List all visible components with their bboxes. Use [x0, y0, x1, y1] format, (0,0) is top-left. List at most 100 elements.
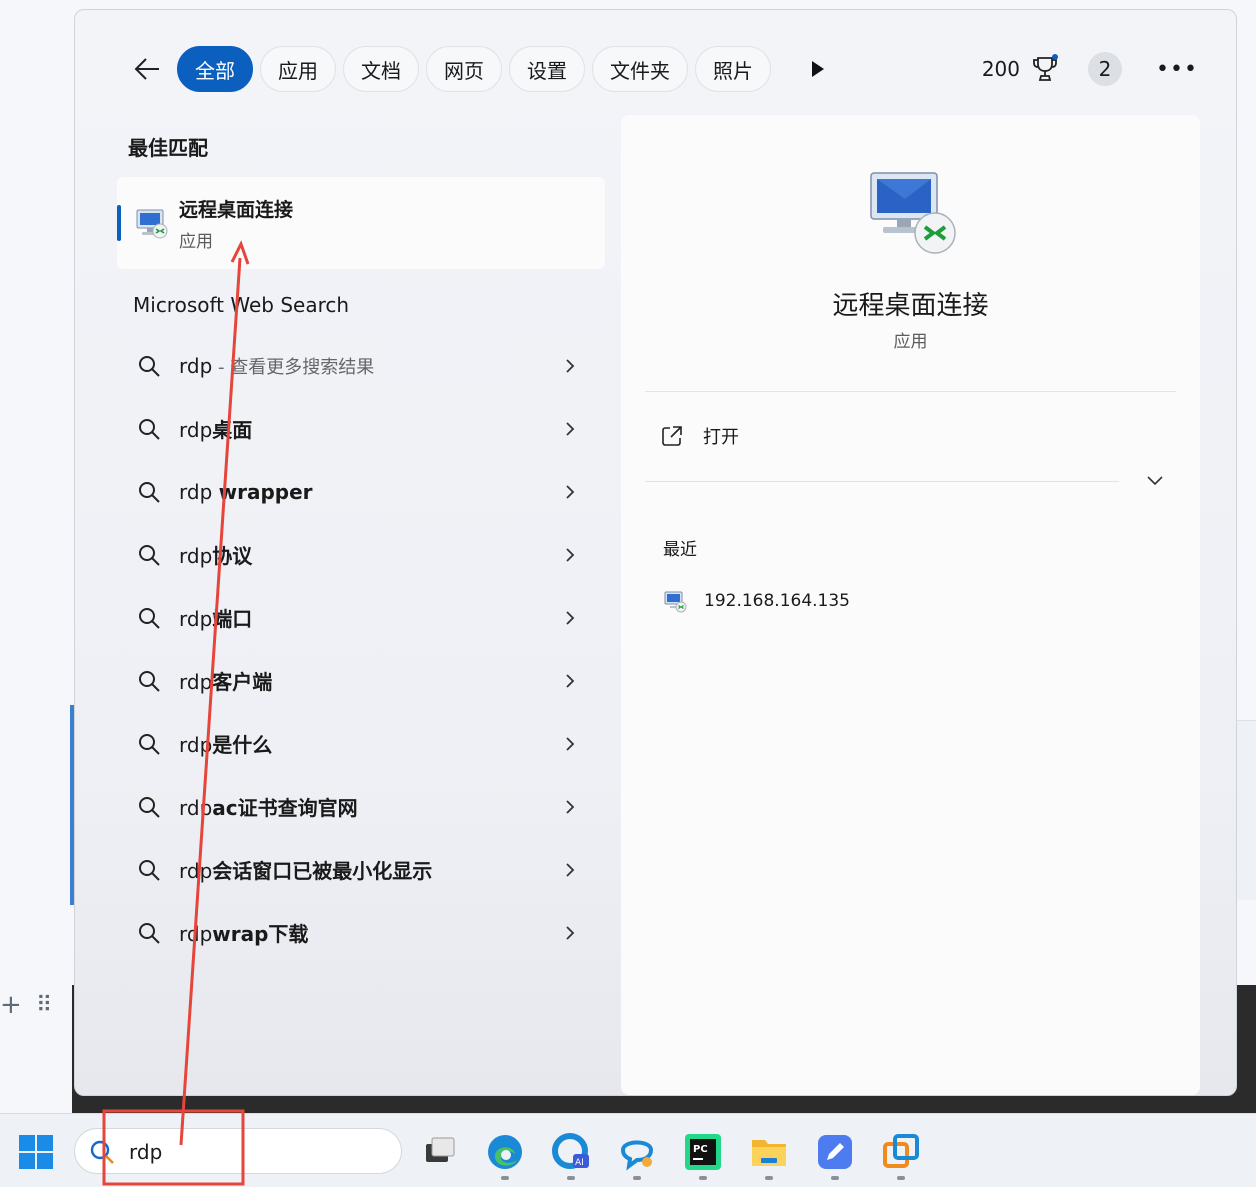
svg-text:PC: PC	[693, 1144, 708, 1155]
edge-icon	[488, 1135, 522, 1169]
best-match-title: 最佳匹配	[128, 136, 208, 160]
search-input[interactable]	[129, 1137, 329, 1167]
web-result-5[interactable]: rdp客户端	[117, 649, 605, 712]
chevron-right-icon	[566, 926, 575, 940]
open-label: 打开	[703, 427, 739, 448]
running-indicator	[633, 1176, 641, 1180]
search-icon	[139, 797, 160, 818]
web-search-list: rdp - 查看更多搜索结果 rdp桌面 rdp wrapper rdp协议 r…	[117, 334, 605, 964]
divider	[645, 481, 1119, 482]
web-result-text: rdp会话窗口已被最小化显示	[179, 859, 433, 883]
tab-apps[interactable]: 应用	[260, 46, 336, 92]
chevron-right-icon	[566, 737, 575, 751]
file-explorer-button[interactable]	[749, 1132, 789, 1180]
web-result-text: rdp - 查看更多搜索结果	[179, 353, 375, 378]
web-result-text: rdp桌面	[179, 418, 253, 442]
web-result-3[interactable]: rdp协议	[117, 523, 605, 586]
best-match-type: 应用	[179, 232, 213, 252]
edge-button[interactable]	[485, 1132, 525, 1180]
running-indicator	[897, 1176, 905, 1180]
chevron-right-icon	[566, 422, 575, 436]
windows-start-icon[interactable]	[18, 1134, 54, 1170]
selection-indicator	[117, 205, 121, 241]
remote-desktop-icon	[136, 209, 168, 239]
chevron-right-icon	[566, 485, 575, 499]
chevron-right-icon	[566, 359, 575, 373]
chevron-right-icon	[566, 548, 575, 562]
play-icon	[812, 61, 824, 77]
header-actions: 200 2 •••	[982, 46, 1197, 92]
pycharm-icon: PC	[685, 1134, 721, 1170]
chevron-right-icon	[566, 611, 575, 625]
ellipsis-icon: •••	[1156, 56, 1198, 82]
web-result-8[interactable]: rdp会话窗口已被最小化显示	[117, 838, 605, 901]
open-button[interactable]: 打开	[661, 421, 739, 451]
vmware-icon	[883, 1134, 919, 1168]
search-icon	[139, 482, 160, 503]
task-view-button[interactable]	[420, 1132, 460, 1172]
rewards-button[interactable]	[1030, 54, 1060, 84]
background-toolbar: + ⠿	[0, 990, 70, 1020]
running-indicator	[501, 1176, 509, 1180]
taskbar-search[interactable]	[74, 1128, 402, 1174]
web-result-text: rdp wrapper	[179, 479, 313, 504]
notes-app-icon	[818, 1135, 852, 1169]
web-result-1[interactable]: rdp桌面	[117, 397, 605, 460]
search-icon	[90, 1140, 114, 1164]
svg-text:AI: AI	[575, 1158, 584, 1168]
tab-settings[interactable]: 设置	[509, 46, 585, 92]
recent-item-label: 192.168.164.135	[704, 591, 851, 611]
web-result-9[interactable]: rdpwrap下载	[117, 901, 605, 964]
web-result-0[interactable]: rdp - 查看更多搜索结果	[117, 334, 605, 397]
vmware-button[interactable]	[881, 1132, 921, 1180]
copilot-chat-icon	[620, 1140, 654, 1171]
notifications-count[interactable]: 2	[1088, 52, 1122, 86]
tab-photos[interactable]: 照片	[695, 46, 771, 92]
remote-desktop-icon	[664, 591, 687, 613]
edge-ai-icon: AI	[552, 1133, 589, 1169]
filter-bar: 全部 应用 文档 网页 设置 文件夹 照片	[125, 46, 838, 92]
remote-desktop-icon	[870, 172, 956, 254]
drag-handle-icon: ⠿	[36, 993, 53, 1018]
taskbar: AI PC	[0, 1113, 1256, 1187]
back-button[interactable]	[125, 47, 169, 91]
divider	[645, 391, 1176, 392]
best-match-name: 远程桌面连接	[179, 199, 294, 221]
more-filters-button[interactable]	[798, 46, 838, 92]
search-icon	[139, 923, 160, 944]
web-result-6[interactable]: rdp是什么	[117, 712, 605, 775]
search-icon	[139, 356, 160, 377]
recent-item[interactable]: 192.168.164.135	[663, 589, 850, 613]
more-options-button[interactable]: •••	[1156, 57, 1197, 82]
best-match-result[interactable]: 远程桌面连接 应用	[117, 177, 605, 269]
web-result-4[interactable]: rdp端口	[117, 586, 605, 649]
running-indicator	[765, 1176, 773, 1180]
tab-documents[interactable]: 文档	[343, 46, 419, 92]
notification-dot	[1052, 54, 1058, 60]
copilot-chat-button[interactable]	[617, 1132, 657, 1180]
web-result-text: rdpac证书查询官网	[179, 796, 358, 820]
search-icon	[139, 671, 160, 692]
web-result-text: rdp协议	[179, 544, 253, 568]
tab-web[interactable]: 网页	[426, 46, 502, 92]
web-result-7[interactable]: rdpac证书查询官网	[117, 775, 605, 838]
chevron-right-icon	[566, 674, 575, 688]
edge-ai-button[interactable]: AI	[551, 1132, 591, 1180]
detail-panel: 远程桌面连接 应用 打开 最近 192.168.164.135	[621, 115, 1200, 1095]
recent-title: 最近	[663, 540, 697, 560]
running-indicator	[699, 1176, 707, 1180]
file-explorer-icon	[752, 1140, 786, 1166]
running-indicator	[567, 1176, 575, 1180]
tab-folders[interactable]: 文件夹	[592, 46, 688, 92]
tab-all[interactable]: 全部	[177, 46, 253, 92]
open-external-icon	[662, 426, 682, 446]
notes-app-button[interactable]	[815, 1132, 855, 1180]
detail-app-type: 应用	[893, 332, 928, 352]
web-result-text: rdp客户端	[179, 670, 273, 694]
pycharm-button[interactable]: PC	[683, 1132, 723, 1180]
web-result-2[interactable]: rdp wrapper	[117, 460, 605, 523]
chevron-down-icon[interactable]	[1146, 473, 1164, 487]
arrow-left-icon	[134, 58, 159, 80]
search-icon	[139, 545, 160, 566]
running-indicator	[831, 1176, 839, 1180]
